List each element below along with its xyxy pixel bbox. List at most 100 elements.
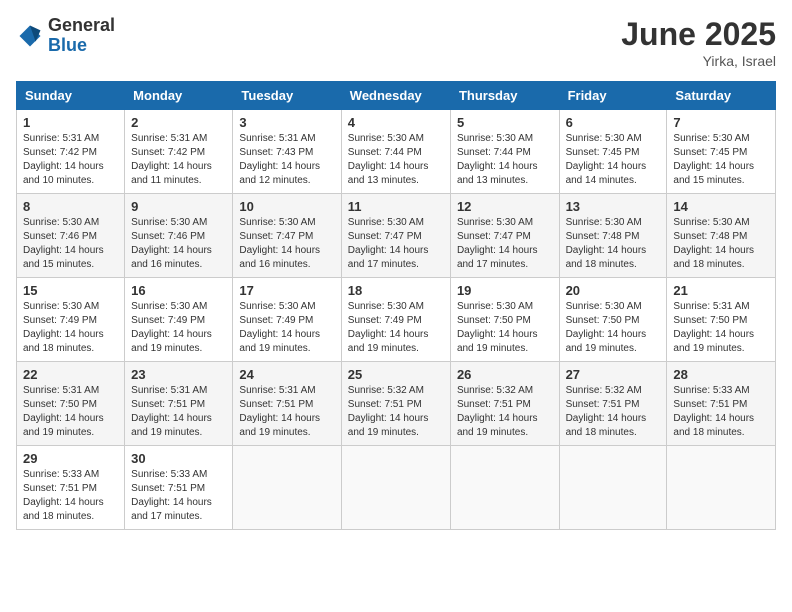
calendar-cell: 25Sunrise: 5:32 AMSunset: 7:51 PMDayligh… xyxy=(341,362,450,446)
day-info: Sunrise: 5:30 AMSunset: 7:48 PMDaylight:… xyxy=(673,216,769,272)
logo-icon xyxy=(16,22,44,50)
calendar-table: SundayMondayTuesdayWednesdayThursdayFrid… xyxy=(16,81,776,530)
calendar-header-wednesday: Wednesday xyxy=(341,82,450,110)
day-info: Sunrise: 5:30 AMSunset: 7:45 PMDaylight:… xyxy=(673,132,769,188)
location-subtitle: Yirka, Israel xyxy=(621,53,776,69)
calendar-cell: 7 Sunrise: 5:30 AMSunset: 7:45 PMDaylight… xyxy=(667,110,776,194)
day-info: Sunrise: 5:30 AMSunset: 7:47 PMDaylight:… xyxy=(348,216,444,272)
day-number: 6 xyxy=(566,115,661,130)
day-info: Sunrise: 5:30 AMSunset: 7:47 PMDaylight:… xyxy=(457,216,553,272)
logo-text: General Blue xyxy=(48,16,115,56)
calendar-header-row: SundayMondayTuesdayWednesdayThursdayFrid… xyxy=(17,82,776,110)
day-info: Sunrise: 5:32 AMSunset: 7:51 PMDaylight:… xyxy=(566,384,661,440)
day-number: 9 xyxy=(131,199,226,214)
calendar-cell: 11Sunrise: 5:30 AMSunset: 7:47 PMDayligh… xyxy=(341,194,450,278)
calendar-cell: 24 Sunrise: 5:31 AMSunset: 7:51 PMDayligh… xyxy=(233,362,341,446)
calendar-cell: 8 Sunrise: 5:30 AMSunset: 7:46 PMDaylight… xyxy=(17,194,125,278)
calendar-week-row: 8 Sunrise: 5:30 AMSunset: 7:46 PMDaylight… xyxy=(17,194,776,278)
calendar-header-monday: Monday xyxy=(125,82,233,110)
calendar-cell: 19 Sunrise: 5:30 AMSunset: 7:50 PMDayligh… xyxy=(450,278,559,362)
calendar-cell: 15 Sunrise: 5:30 AMSunset: 7:49 PMDayligh… xyxy=(17,278,125,362)
page-header: General Blue June 2025 Yirka, Israel xyxy=(16,16,776,69)
calendar-cell: 3 Sunrise: 5:31 AMSunset: 7:43 PMDaylight… xyxy=(233,110,341,194)
logo-blue-text: Blue xyxy=(48,36,115,56)
day-number: 3 xyxy=(239,115,334,130)
day-number: 29 xyxy=(23,451,118,466)
calendar-header-saturday: Saturday xyxy=(667,82,776,110)
day-info: Sunrise: 5:30 AMSunset: 7:50 PMDaylight:… xyxy=(457,300,553,356)
calendar-cell: 6Sunrise: 5:30 AMSunset: 7:45 PMDaylight… xyxy=(559,110,667,194)
calendar-cell: 13Sunrise: 5:30 AMSunset: 7:48 PMDayligh… xyxy=(559,194,667,278)
day-number: 18 xyxy=(348,283,444,298)
day-info: Sunrise: 5:30 AMSunset: 7:47 PMDaylight:… xyxy=(239,216,334,272)
day-number: 17 xyxy=(239,283,334,298)
day-info: Sunrise: 5:30 AMSunset: 7:49 PMDaylight:… xyxy=(348,300,444,356)
day-number: 8 xyxy=(23,199,118,214)
calendar-cell: 30Sunrise: 5:33 AMSunset: 7:51 PMDayligh… xyxy=(125,446,233,530)
day-info: Sunrise: 5:31 AMSunset: 7:51 PMDaylight:… xyxy=(131,384,226,440)
calendar-cell: 5 Sunrise: 5:30 AMSunset: 7:44 PMDaylight… xyxy=(450,110,559,194)
day-info: Sunrise: 5:30 AMSunset: 7:48 PMDaylight:… xyxy=(566,216,661,272)
month-year-title: June 2025 xyxy=(621,16,776,53)
day-number: 27 xyxy=(566,367,661,382)
calendar-week-row: 22Sunrise: 5:31 AMSunset: 7:50 PMDayligh… xyxy=(17,362,776,446)
calendar-cell: 28 Sunrise: 5:33 AMSunset: 7:51 PMDayligh… xyxy=(667,362,776,446)
calendar-header-tuesday: Tuesday xyxy=(233,82,341,110)
calendar-cell: 27 Sunrise: 5:32 AMSunset: 7:51 PMDayligh… xyxy=(559,362,667,446)
calendar-cell: 29 Sunrise: 5:33 AMSunset: 7:51 PMDayligh… xyxy=(17,446,125,530)
day-number: 24 xyxy=(239,367,334,382)
day-info: Sunrise: 5:31 AMSunset: 7:50 PMDaylight:… xyxy=(673,300,769,356)
day-number: 12 xyxy=(457,199,553,214)
day-number: 7 xyxy=(673,115,769,130)
day-number: 21 xyxy=(673,283,769,298)
day-info: Sunrise: 5:32 AMSunset: 7:51 PMDaylight:… xyxy=(457,384,553,440)
day-number: 16 xyxy=(131,283,226,298)
day-number: 23 xyxy=(131,367,226,382)
calendar-cell xyxy=(667,446,776,530)
day-number: 5 xyxy=(457,115,553,130)
calendar-week-row: 1Sunrise: 5:31 AMSunset: 7:42 PMDaylight… xyxy=(17,110,776,194)
day-info: Sunrise: 5:30 AMSunset: 7:44 PMDaylight:… xyxy=(457,132,553,188)
calendar-cell: 22Sunrise: 5:31 AMSunset: 7:50 PMDayligh… xyxy=(17,362,125,446)
logo: General Blue xyxy=(16,16,115,56)
calendar-cell: 1Sunrise: 5:31 AMSunset: 7:42 PMDaylight… xyxy=(17,110,125,194)
day-info: Sunrise: 5:31 AMSunset: 7:43 PMDaylight:… xyxy=(239,132,334,188)
calendar-cell: 20Sunrise: 5:30 AMSunset: 7:50 PMDayligh… xyxy=(559,278,667,362)
calendar-header-sunday: Sunday xyxy=(17,82,125,110)
day-info: Sunrise: 5:33 AMSunset: 7:51 PMDaylight:… xyxy=(673,384,769,440)
day-info: Sunrise: 5:33 AMSunset: 7:51 PMDaylight:… xyxy=(23,468,118,524)
calendar-cell xyxy=(341,446,450,530)
calendar-cell: 12 Sunrise: 5:30 AMSunset: 7:47 PMDayligh… xyxy=(450,194,559,278)
day-number: 4 xyxy=(348,115,444,130)
day-number: 10 xyxy=(239,199,334,214)
calendar-cell: 21 Sunrise: 5:31 AMSunset: 7:50 PMDayligh… xyxy=(667,278,776,362)
calendar-cell: 9Sunrise: 5:30 AMSunset: 7:46 PMDaylight… xyxy=(125,194,233,278)
day-number: 14 xyxy=(673,199,769,214)
day-info: Sunrise: 5:30 AMSunset: 7:49 PMDaylight:… xyxy=(23,300,118,356)
calendar-cell: 16 Sunrise: 5:30 AMSunset: 7:49 PMDayligh… xyxy=(125,278,233,362)
day-number: 19 xyxy=(457,283,553,298)
calendar-cell: 4Sunrise: 5:30 AMSunset: 7:44 PMDaylight… xyxy=(341,110,450,194)
calendar-week-row: 29 Sunrise: 5:33 AMSunset: 7:51 PMDayligh… xyxy=(17,446,776,530)
day-info: Sunrise: 5:30 AMSunset: 7:50 PMDaylight:… xyxy=(566,300,661,356)
calendar-cell: 2 Sunrise: 5:31 AMSunset: 7:42 PMDaylight… xyxy=(125,110,233,194)
day-number: 25 xyxy=(348,367,444,382)
calendar-cell: 23 Sunrise: 5:31 AMSunset: 7:51 PMDayligh… xyxy=(125,362,233,446)
day-number: 28 xyxy=(673,367,769,382)
calendar-cell: 10 Sunrise: 5:30 AMSunset: 7:47 PMDayligh… xyxy=(233,194,341,278)
day-number: 30 xyxy=(131,451,226,466)
calendar-cell: 18 Sunrise: 5:30 AMSunset: 7:49 PMDayligh… xyxy=(341,278,450,362)
calendar-week-row: 15 Sunrise: 5:30 AMSunset: 7:49 PMDayligh… xyxy=(17,278,776,362)
day-info: Sunrise: 5:31 AMSunset: 7:42 PMDaylight:… xyxy=(131,132,226,188)
day-info: Sunrise: 5:30 AMSunset: 7:49 PMDaylight:… xyxy=(239,300,334,356)
day-info: Sunrise: 5:31 AMSunset: 7:51 PMDaylight:… xyxy=(239,384,334,440)
day-number: 2 xyxy=(131,115,226,130)
day-info: Sunrise: 5:30 AMSunset: 7:46 PMDaylight:… xyxy=(23,216,118,272)
calendar-header-friday: Friday xyxy=(559,82,667,110)
title-block: June 2025 Yirka, Israel xyxy=(621,16,776,69)
day-number: 26 xyxy=(457,367,553,382)
day-info: Sunrise: 5:30 AMSunset: 7:49 PMDaylight:… xyxy=(131,300,226,356)
day-number: 15 xyxy=(23,283,118,298)
calendar-cell: 14 Sunrise: 5:30 AMSunset: 7:48 PMDayligh… xyxy=(667,194,776,278)
calendar-cell xyxy=(559,446,667,530)
